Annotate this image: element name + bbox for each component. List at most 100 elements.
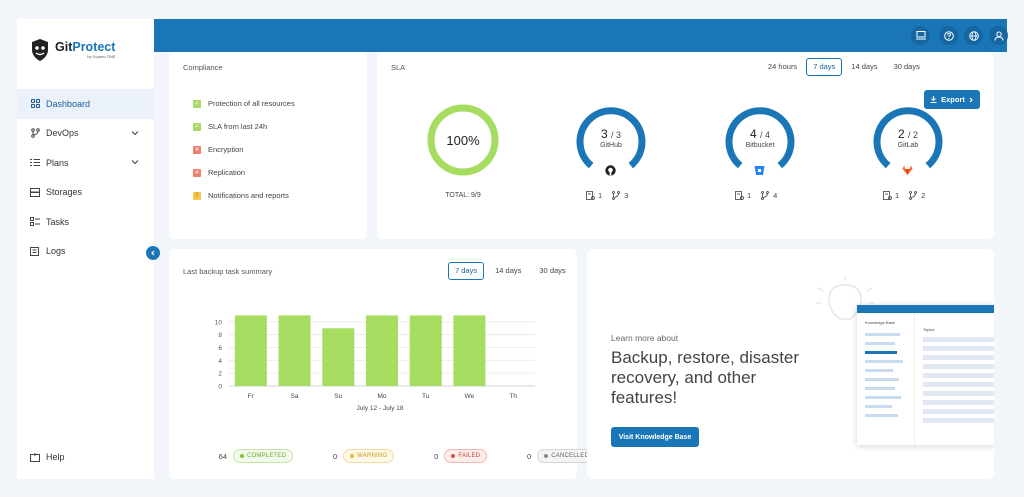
status-dot (240, 454, 244, 458)
sla-overall-gauge: 100% (426, 103, 500, 177)
list-item: ✕ Replication (193, 168, 246, 177)
failed-badge[interactable]: FAILED (444, 449, 488, 463)
sidebar-item-devops[interactable]: DevOps (17, 119, 154, 149)
repo-branch-icon (761, 191, 770, 200)
warning-badge[interactable]: WARNING (343, 449, 395, 463)
knowledge-base-card: Learn more about Backup, restore, disast… (587, 249, 994, 479)
list-item: ✕ Encryption (193, 145, 244, 154)
server-icon (883, 191, 892, 200)
backup-bar-chart: 0 2 4 6 8 10 Fr Sa Su Mo Tu We Th July 12 - July 18 (215, 315, 535, 412)
range-24h-button[interactable]: 24 hours (761, 58, 804, 76)
visit-knowledge-base-button[interactable]: Visit Knowledge Base (611, 427, 699, 447)
gitlab-stats: 1 2 (883, 191, 931, 200)
check-icon: ✓ (193, 99, 201, 108)
sidebar-item-plans[interactable]: Plans (17, 148, 154, 178)
github-name: GitHub (600, 142, 622, 149)
collapse-sidebar-button[interactable] (146, 246, 160, 260)
sla-range-selector: 24 hours 7 days 14 days 30 days (759, 58, 927, 76)
sla-gitlab-gauge: 2 / 2 GitLab 1 2 (871, 105, 945, 205)
download-icon (930, 96, 937, 103)
sidebar-item-help[interactable]: Help (30, 452, 65, 462)
completed-badge[interactable]: COMPLETED (233, 449, 294, 463)
backup-legend: 64 COMPLETED 0 WARNING 0 FAILED 0 CANCEL… (209, 449, 597, 463)
list-icon (30, 158, 40, 168)
user-button[interactable] (989, 26, 1008, 45)
sidebar-item-logs[interactable]: Logs (17, 237, 154, 267)
chevron-down-icon (131, 130, 139, 135)
backup-summary-card: Last backup task summary 7 days 14 days … (169, 249, 597, 479)
server-icon (735, 191, 744, 200)
bar (453, 315, 486, 386)
top-bar (154, 19, 1008, 52)
device-icon (915, 31, 926, 40)
bar (322, 328, 355, 386)
sla-total: TOTAL: 9/9 (445, 192, 481, 199)
device-button[interactable] (911, 26, 930, 45)
x-tick-label: Mo (377, 393, 386, 400)
y-tick-label: 10 (215, 319, 223, 326)
y-tick-label: 2 (218, 371, 222, 378)
chevron-left-icon (151, 250, 155, 256)
help-button[interactable] (939, 26, 958, 45)
warning-count: 0 (332, 451, 338, 461)
globe-icon (968, 30, 979, 41)
knowledge-base-preview: Knowledge Base Topics (857, 305, 994, 445)
x-tick-label: Su (334, 393, 342, 400)
bitbucket-done: 4 (749, 127, 757, 141)
grid-icon (30, 99, 40, 109)
range-7d-button[interactable]: 7 days (806, 58, 843, 76)
help-label: Help (46, 452, 65, 462)
y-tick-label: 8 (218, 332, 222, 339)
bar (366, 315, 398, 386)
sidebar-item-dashboard[interactable]: Dashboard (17, 89, 154, 119)
help-box-icon (30, 452, 40, 462)
list-item: ✓ Protection of all resources (193, 99, 295, 108)
logs-icon (30, 246, 40, 256)
sidebar-item-label: Logs (46, 246, 66, 257)
sidebar-item-label: Dashboard (46, 98, 91, 109)
range-14d-button[interactable]: 14 days (844, 58, 884, 76)
language-button[interactable] (964, 26, 983, 45)
sidebar-item-label: Tasks (46, 216, 70, 227)
help-icon (943, 30, 954, 41)
preview-sidebar: Knowledge Base (857, 313, 915, 445)
sla-title: SLA (391, 63, 406, 72)
bitbucket-icon (754, 166, 765, 175)
sidebar-item-label: Plans (46, 157, 69, 168)
sidebar: GitProtect by Xopero ONE Dashboard DevOp… (17, 19, 154, 479)
github-done: 3 (600, 127, 608, 141)
range-30d-button[interactable]: 30 days (887, 58, 927, 76)
y-tick-label: 6 (218, 345, 222, 352)
cross-icon: ✕ (193, 168, 201, 177)
status-dot (451, 454, 456, 458)
sla-card: SLA 24 hours 7 days 14 days 30 days Expo… (377, 52, 994, 239)
bitbucket-name: Bitbucket (745, 142, 775, 149)
bitbucket-total: / 4 (760, 130, 771, 140)
kb-subtitle: Learn more about (611, 333, 679, 343)
github-total: / 3 (611, 130, 622, 140)
list-item: ✓ SLA from last 24h (193, 122, 268, 131)
gitlab-total: / 2 (908, 130, 919, 140)
completed-count: 64 (218, 451, 227, 461)
compliance-list: ✓ Protection of all resources ✓ SLA from… (193, 92, 295, 207)
github-icon (605, 165, 616, 176)
check-icon: ✓ (193, 122, 201, 131)
compliance-title: Compliance (183, 63, 223, 72)
sidebar-item-tasks[interactable]: Tasks (17, 207, 154, 237)
gitprotect-logo[interactable]: GitProtect by Xopero ONE (30, 39, 115, 61)
brand-name: GitProtect (55, 40, 116, 55)
sidebar-item-label: DevOps (46, 128, 79, 139)
bar (278, 315, 311, 386)
cancelled-count: 0 (527, 451, 532, 461)
user-icon (994, 31, 1003, 41)
gitlab-done: 2 (897, 127, 905, 141)
sla-github-gauge: 3 / 3 GitHub 1 3 (574, 105, 648, 205)
failed-count: 0 (434, 451, 439, 461)
x-tick-label: Tu (422, 393, 430, 400)
chevron-down-icon (131, 160, 139, 165)
x-tick-label: Th (509, 393, 517, 400)
sidebar-item-storages[interactable]: Storages (17, 178, 154, 208)
preview-topic-list (865, 333, 903, 423)
gitlab-icon (902, 165, 913, 175)
overall-value: 100% (446, 133, 480, 148)
